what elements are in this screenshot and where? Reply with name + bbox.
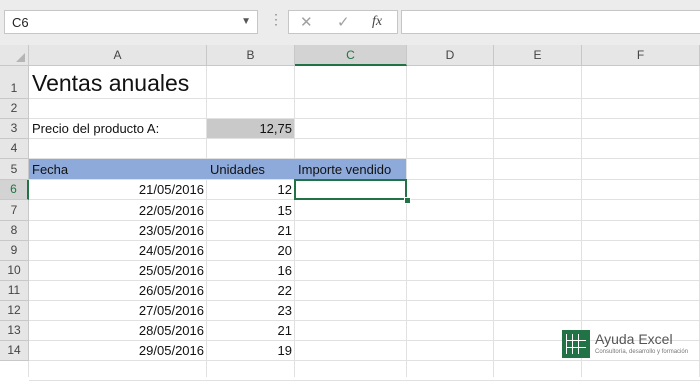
column-header-filler (670, 45, 700, 66)
ayuda-excel-watermark: Ayuda Excel Consultoría, desarrollo y fo… (562, 330, 698, 362)
date-cell[interactable]: 21/05/2016 (29, 180, 207, 200)
row-header-11[interactable]: 11 (0, 281, 29, 301)
price-label[interactable]: Precio del producto A: (29, 119, 207, 139)
name-box-value: C6 (12, 15, 29, 30)
date-cell[interactable]: 25/05/2016 (29, 261, 207, 281)
formula-bar-area: C6 ▼ ⋮ ✕ ✓ fx (0, 0, 700, 46)
header-fecha[interactable]: Fecha (29, 159, 207, 180)
column-header-d[interactable]: D (407, 45, 494, 66)
row-header-1[interactable]: 1 (0, 66, 29, 99)
date-cell[interactable]: 29/05/2016 (29, 341, 207, 361)
column-header-b[interactable]: B (207, 45, 295, 66)
units-cell[interactable]: 20 (207, 241, 295, 261)
date-cell[interactable]: 24/05/2016 (29, 241, 207, 261)
insert-function-icon[interactable]: fx (372, 14, 382, 30)
watermark-tagline: Consultoría, desarrollo y formación (595, 349, 689, 355)
row-header-13[interactable]: 13 (0, 321, 29, 341)
units-cell[interactable]: 23 (207, 301, 295, 321)
column-header-a[interactable]: A (29, 45, 207, 66)
date-cell[interactable]: 27/05/2016 (29, 301, 207, 321)
formula-input[interactable] (401, 10, 700, 34)
select-all-corner[interactable] (0, 45, 29, 66)
gridline-vertical (493, 66, 494, 377)
cancel-icon[interactable]: ✕ (300, 13, 313, 31)
row-header-5[interactable]: 5 (0, 159, 29, 180)
row-header-14[interactable]: 14 (0, 341, 29, 361)
column-header-c[interactable]: C (295, 45, 407, 66)
date-cell[interactable]: 22/05/2016 (29, 200, 207, 221)
sheet-title[interactable]: Ventas anuales (29, 66, 207, 99)
units-cell[interactable]: 12 (207, 180, 295, 200)
formula-buttons: ✕ ✓ fx (288, 10, 398, 34)
price-value[interactable]: 12,75 (207, 119, 295, 139)
date-cell[interactable]: 23/05/2016 (29, 221, 207, 241)
worksheet-grid[interactable]: A B C D E F 1 2 3 4 5 6 7 8 9 10 11 12 13 14 Ventas anuales P… (0, 45, 700, 381)
row-header-9[interactable]: 9 (0, 241, 29, 261)
ayuda-excel-logo-icon (562, 330, 590, 358)
units-cell[interactable]: 16 (207, 261, 295, 281)
watermark-title: Ayuda Excel (595, 331, 673, 347)
row-header-6[interactable]: 6 (0, 180, 29, 200)
units-cell[interactable]: 21 (207, 221, 295, 241)
row-header-4[interactable]: 4 (0, 139, 29, 159)
row-header-8[interactable]: 8 (0, 221, 29, 241)
header-importe[interactable]: Importe vendido (295, 159, 407, 180)
row-header-2[interactable]: 2 (0, 99, 29, 119)
row-header-3[interactable]: 3 (0, 119, 29, 139)
row-header-12[interactable]: 12 (0, 301, 29, 321)
enter-icon[interactable]: ✓ (337, 13, 350, 31)
gridline-vertical (406, 66, 407, 377)
vertical-dots-icon[interactable]: ⋮ (269, 11, 283, 28)
units-cell[interactable]: 21 (207, 321, 295, 341)
date-cell[interactable]: 28/05/2016 (29, 321, 207, 341)
fill-handle[interactable] (404, 197, 411, 204)
date-cell[interactable]: 26/05/2016 (29, 281, 207, 301)
units-cell[interactable]: 19 (207, 341, 295, 361)
column-header-e[interactable]: E (494, 45, 582, 66)
name-box[interactable]: C6 ▼ (4, 10, 258, 34)
row-header-10[interactable]: 10 (0, 261, 29, 281)
units-cell[interactable]: 22 (207, 281, 295, 301)
units-cell[interactable]: 15 (207, 200, 295, 221)
active-cell-c6[interactable] (294, 179, 407, 200)
row-header-7[interactable]: 7 (0, 200, 29, 221)
header-unidades[interactable]: Unidades (207, 159, 295, 180)
chevron-down-icon[interactable]: ▼ (241, 16, 251, 27)
select-all-icon (16, 53, 25, 62)
